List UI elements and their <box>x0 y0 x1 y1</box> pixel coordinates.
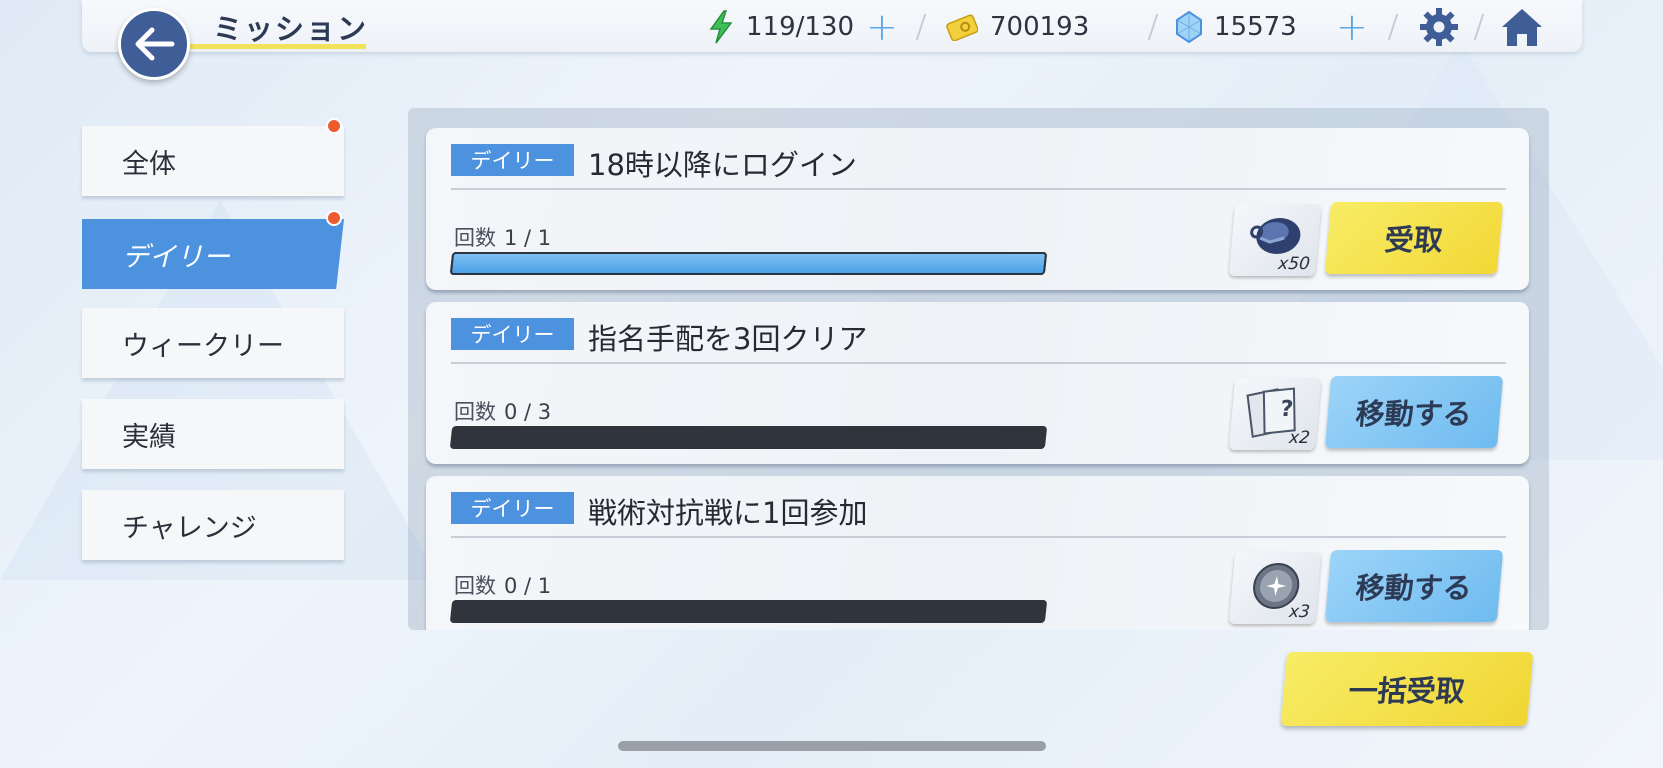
mission-card: デイリー 戦術対抗戦に1回参加 回数 0 / 1 x3 移動する <box>426 476 1529 630</box>
mission-count: 回数 1 / 1 <box>454 222 551 252</box>
count-value: 0 / 3 <box>504 400 552 424</box>
sidebar-item-label: 実績 <box>122 421 176 453</box>
divider <box>451 536 1506 538</box>
mission-count: 回数 0 / 3 <box>454 396 551 426</box>
add-stamina-button[interactable]: + <box>866 8 898 46</box>
sidebar-item-label: チャレンジ <box>122 512 257 544</box>
mission-title: 指名手配を3回クリア <box>588 322 868 356</box>
gear-icon <box>1420 8 1458 46</box>
divider <box>451 362 1506 364</box>
sidebar-item-challenge[interactable]: チャレンジ <box>82 490 344 560</box>
mission-title: 18時以降にログイン <box>588 148 857 182</box>
sidebar-item-label: 全体 <box>122 148 176 180</box>
home-icon <box>1502 9 1542 46</box>
reward-item[interactable]: x3 <box>1228 552 1322 624</box>
mission-type-tag: デイリー <box>451 492 574 524</box>
crystal-icon <box>1176 11 1202 43</box>
coin-display: 700193 <box>946 10 1089 44</box>
sidebar-item-all[interactable]: 全体 <box>82 126 344 196</box>
go-to-button[interactable]: 移動する <box>1324 376 1504 448</box>
home-indicator <box>618 741 1046 751</box>
mission-count: 回数 0 / 1 <box>454 570 551 600</box>
mission-title: 戦術対抗戦に1回参加 <box>588 496 868 530</box>
sidebar-item-achievements[interactable]: 実績 <box>82 399 344 469</box>
mission-type-tag: デイリー <box>451 318 574 350</box>
credit-card-icon <box>946 14 978 41</box>
stamina-value: 119/130 <box>746 12 855 42</box>
gem-value: 15573 <box>1214 12 1297 42</box>
progress-fill <box>449 600 453 623</box>
notification-badge <box>326 210 342 226</box>
go-to-button[interactable]: 移動する <box>1324 550 1504 622</box>
home-button[interactable] <box>1500 6 1544 48</box>
bulk-claim-button[interactable]: 一括受取 <box>1280 652 1534 726</box>
count-label: 回数 <box>454 574 496 598</box>
progress-bar <box>449 252 1048 275</box>
divider <box>451 188 1506 190</box>
notification-badge <box>326 118 342 134</box>
reward-quantity: x2 <box>1288 428 1311 448</box>
sidebar-item-label: デイリー <box>122 241 230 273</box>
page-title: ミッション <box>213 12 369 46</box>
mission-card: デイリー 18時以降にログイン 回数 1 / 1 x50 受取 <box>426 128 1529 290</box>
mission-type-tag: デイリー <box>451 144 574 176</box>
add-gems-button[interactable]: + <box>1336 8 1368 46</box>
coin-value: 700193 <box>990 12 1090 42</box>
reward-item[interactable]: ? x2 <box>1228 378 1322 450</box>
claim-button[interactable]: 受取 <box>1324 202 1504 274</box>
reward-item[interactable]: x50 <box>1228 204 1322 276</box>
progress-bar <box>449 600 1048 623</box>
sidebar-item-label: ウィークリー <box>122 330 284 362</box>
progress-bar <box>449 426 1048 449</box>
stamina-display: 119/130 <box>708 10 854 44</box>
gem-display: 15573 <box>1176 10 1297 44</box>
count-value: 0 / 1 <box>504 574 552 598</box>
settings-button[interactable] <box>1418 6 1460 48</box>
mission-list[interactable]: デイリー 18時以降にログイン 回数 1 / 1 x50 受取 デイリー 指名手配… <box>408 108 1549 630</box>
progress-fill <box>449 426 453 449</box>
back-arrow-icon <box>135 27 175 61</box>
count-label: 回数 <box>454 226 496 250</box>
sidebar-item-daily[interactable]: デイリー <box>82 219 344 289</box>
count-label: 回数 <box>454 400 496 424</box>
count-value: 1 / 1 <box>504 226 552 250</box>
back-button[interactable] <box>118 8 190 80</box>
sidebar-item-weekly[interactable]: ウィークリー <box>82 308 344 378</box>
reward-quantity: x3 <box>1288 602 1311 622</box>
mission-card: デイリー 指名手配を3回クリア 回数 0 / 3 ? x2 移動する <box>426 302 1529 464</box>
reward-quantity: x50 <box>1277 254 1311 274</box>
svg-text:?: ? <box>1279 397 1294 422</box>
lightning-icon <box>709 10 733 44</box>
progress-fill <box>449 252 1048 275</box>
